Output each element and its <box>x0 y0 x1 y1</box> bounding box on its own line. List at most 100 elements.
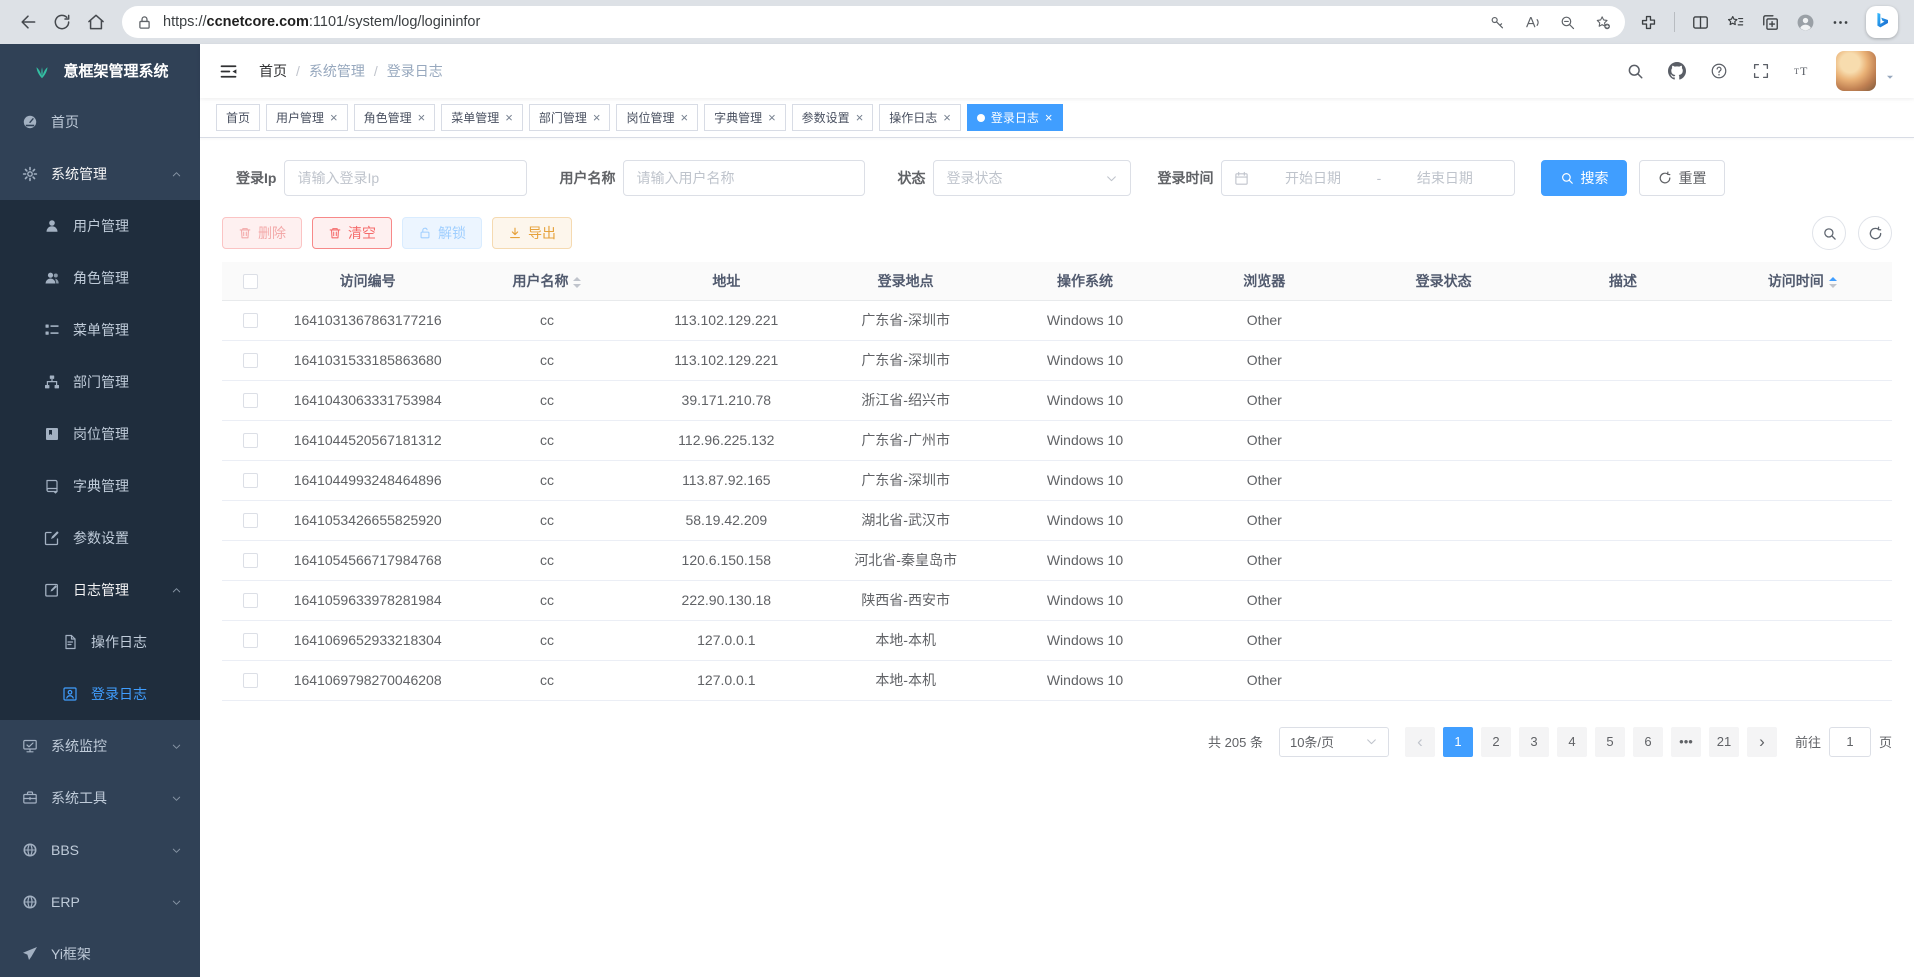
fullscreen-icon[interactable] <box>1752 62 1770 80</box>
read-aloud-icon[interactable] <box>1524 14 1541 31</box>
tab-首页[interactable]: 首页 <box>216 104 260 131</box>
row-checkbox[interactable] <box>243 353 258 368</box>
tab-登录日志[interactable]: 登录日志× <box>967 104 1063 131</box>
sidebar-item-系统监控[interactable]: 系统监控 <box>0 720 200 772</box>
tab-角色管理[interactable]: 角色管理× <box>354 104 436 131</box>
sidebar-item-操作日志[interactable]: 操作日志 <box>0 616 200 668</box>
sidebar-item-日志管理[interactable]: 日志管理 <box>0 564 200 616</box>
page-button-4[interactable]: 4 <box>1557 727 1587 757</box>
next-page-button[interactable]: › <box>1747 727 1777 757</box>
breadcrumb-item[interactable]: 首页 <box>259 61 287 81</box>
tab-close-icon[interactable]: × <box>1045 111 1053 124</box>
search-icon[interactable] <box>1626 62 1644 80</box>
row-checkbox[interactable] <box>243 473 258 488</box>
page-button-5[interactable]: 5 <box>1595 727 1625 757</box>
refresh-circle-button[interactable] <box>1858 216 1892 250</box>
tab-close-icon[interactable]: × <box>418 111 426 124</box>
sidebar-item-字典管理[interactable]: 字典管理 <box>0 460 200 512</box>
prev-page-button[interactable]: ‹ <box>1405 727 1435 757</box>
sidebar-item-BBS[interactable]: BBS <box>0 824 200 876</box>
avatar[interactable] <box>1836 51 1876 91</box>
sidebar-item-首页[interactable]: 首页 <box>0 96 200 148</box>
goto-page-input[interactable] <box>1829 727 1871 757</box>
tab-close-icon[interactable]: × <box>330 111 338 124</box>
font-size-icon[interactable]: TT <box>1794 62 1812 80</box>
row-checkbox[interactable] <box>243 633 258 648</box>
tab-参数设置[interactable]: 参数设置× <box>792 104 874 131</box>
tab-close-icon[interactable]: × <box>856 111 864 124</box>
tab-部门管理[interactable]: 部门管理× <box>529 104 611 131</box>
reset-button[interactable]: 重置 <box>1639 160 1725 196</box>
row-checkbox[interactable] <box>243 313 258 328</box>
row-checkbox[interactable] <box>243 593 258 608</box>
extensions-icon[interactable] <box>1639 13 1658 32</box>
page-button-2[interactable]: 2 <box>1481 727 1511 757</box>
search-circle-button[interactable] <box>1812 216 1846 250</box>
tab-菜单管理[interactable]: 菜单管理× <box>441 104 523 131</box>
github-icon[interactable] <box>1668 62 1686 80</box>
select-all-checkbox[interactable] <box>243 274 258 289</box>
sidebar-item-Yi框架[interactable]: Yi框架 <box>0 928 200 977</box>
row-checkbox[interactable] <box>243 433 258 448</box>
favorites-bar-icon[interactable] <box>1726 13 1745 32</box>
sidebar-item-登录日志[interactable]: 登录日志 <box>0 668 200 720</box>
add-favorite-icon[interactable] <box>1594 14 1611 31</box>
sidebar-item-系统管理[interactable]: 系统管理 <box>0 148 200 200</box>
back-icon[interactable] <box>18 12 38 32</box>
home-icon[interactable] <box>86 12 106 32</box>
sidebar-item-角色管理[interactable]: 角色管理 <box>0 252 200 304</box>
address-bar[interactable]: https://ccnetcore.com:1101/system/log/lo… <box>122 6 1625 38</box>
profile-icon[interactable] <box>1796 13 1815 32</box>
collections-icon[interactable] <box>1761 13 1780 32</box>
more-icon[interactable] <box>1831 13 1850 32</box>
column-header-用户名称[interactable]: 用户名称 <box>457 262 636 300</box>
id-badge-icon <box>44 426 60 442</box>
page-button-21[interactable]: 21 <box>1709 727 1739 757</box>
page-button-1[interactable]: 1 <box>1443 727 1473 757</box>
page-more-button[interactable]: ••• <box>1671 727 1701 757</box>
sidebar-item-菜单管理[interactable]: 菜单管理 <box>0 304 200 356</box>
page-size-select[interactable]: 10条/页 <box>1279 727 1389 757</box>
bing-chat-button[interactable] <box>1866 6 1898 38</box>
split-screen-icon[interactable] <box>1691 13 1710 32</box>
tab-字典管理[interactable]: 字典管理× <box>704 104 786 131</box>
tab-close-icon[interactable]: × <box>593 111 601 124</box>
unlock-button[interactable]: 解锁 <box>402 217 482 249</box>
tab-close-icon[interactable]: × <box>943 111 951 124</box>
sidebar-collapse-icon[interactable] <box>218 61 239 82</box>
login-time-range-picker[interactable]: 开始日期 - 结束日期 <box>1221 160 1515 196</box>
row-checkbox[interactable] <box>243 553 258 568</box>
row-checkbox[interactable] <box>243 393 258 408</box>
ip-filter-input[interactable]: 请输入登录Ip <box>284 160 527 196</box>
sidebar-item-岗位管理[interactable]: 岗位管理 <box>0 408 200 460</box>
status-filter-select[interactable]: 登录状态 <box>933 160 1131 196</box>
tab-用户管理[interactable]: 用户管理× <box>266 104 348 131</box>
tab-close-icon[interactable]: × <box>505 111 513 124</box>
sort-caret-icon[interactable] <box>1829 277 1837 288</box>
sidebar-item-ERP[interactable]: ERP <box>0 876 200 928</box>
page-button-6[interactable]: 6 <box>1633 727 1663 757</box>
row-checkbox[interactable] <box>243 673 258 688</box>
zoom-out-icon[interactable] <box>1559 14 1576 31</box>
export-button[interactable]: 导出 <box>492 217 572 249</box>
username-filter-input[interactable]: 请输入用户名称 <box>623 160 865 196</box>
key-icon[interactable] <box>1489 14 1506 31</box>
refresh-icon[interactable] <box>52 12 72 32</box>
sidebar-item-用户管理[interactable]: 用户管理 <box>0 200 200 252</box>
column-header-访问时间[interactable]: 访问时间 <box>1713 262 1892 300</box>
tab-close-icon[interactable]: × <box>768 111 776 124</box>
sidebar-item-参数设置[interactable]: 参数设置 <box>0 512 200 564</box>
page-button-3[interactable]: 3 <box>1519 727 1549 757</box>
clear-button[interactable]: 清空 <box>312 217 392 249</box>
sidebar-item-部门管理[interactable]: 部门管理 <box>0 356 200 408</box>
chevron-down-icon[interactable] <box>1884 71 1896 83</box>
delete-button[interactable]: 删除 <box>222 217 302 249</box>
sort-caret-icon[interactable] <box>573 277 581 288</box>
tab-岗位管理[interactable]: 岗位管理× <box>616 104 698 131</box>
tab-close-icon[interactable]: × <box>680 111 688 124</box>
row-checkbox[interactable] <box>243 513 258 528</box>
sidebar-item-系统工具[interactable]: 系统工具 <box>0 772 200 824</box>
tab-操作日志[interactable]: 操作日志× <box>879 104 961 131</box>
search-button[interactable]: 搜索 <box>1541 160 1627 196</box>
help-icon[interactable] <box>1710 62 1728 80</box>
